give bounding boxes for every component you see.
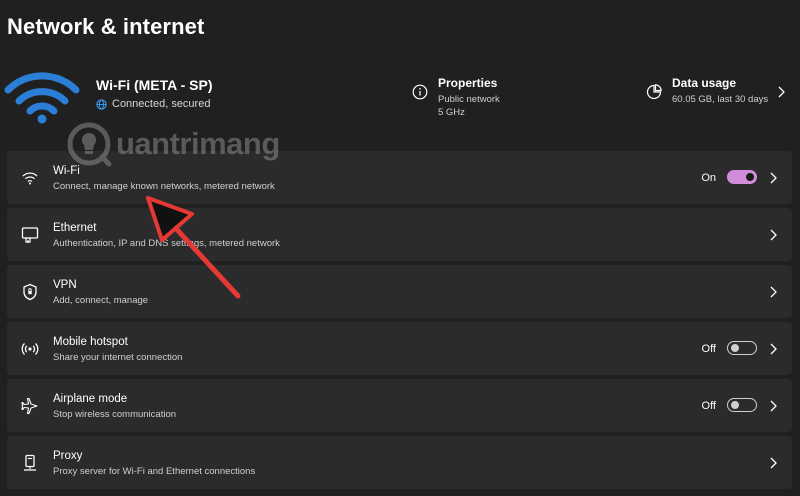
wifi-toggle-label: On [701, 172, 716, 184]
shield-icon [23, 283, 37, 301]
toggle-knob [731, 344, 739, 352]
row-airplane-mode[interactable]: Airplane mode Stop wireless communicatio… [7, 379, 792, 432]
data-usage-link[interactable]: Data usage 60.05 GB, last 30 days [646, 76, 768, 106]
settings-page: Network & internet Wi-Fi (META - SP) Con… [0, 0, 800, 496]
network-status: Connected, secured [96, 98, 210, 110]
properties-network-type: Public network [438, 94, 500, 105]
info-icon [412, 84, 428, 100]
row-title: Mobile hotspot [53, 336, 128, 348]
chevron-right-icon [770, 229, 777, 241]
row-mobile-hotspot[interactable]: Mobile hotspot Share your internet conne… [7, 322, 792, 375]
globe-icon [96, 98, 107, 110]
row-subtitle: Connect, manage known networks, metered … [53, 181, 275, 192]
airplane-icon [21, 397, 38, 415]
chevron-right-icon [770, 172, 777, 184]
row-subtitle: Proxy server for Wi-Fi and Ethernet conn… [53, 466, 256, 477]
properties-link[interactable]: Properties Public network 5 GHz [412, 76, 500, 119]
wifi-icon [22, 172, 38, 185]
hotspot-toggle-label: Off [701, 343, 716, 355]
chevron-right-icon [770, 457, 777, 469]
hotspot-icon [21, 343, 39, 355]
row-title: Proxy [53, 450, 83, 462]
properties-band: 5 GHz [438, 107, 465, 118]
row-proxy[interactable]: Proxy Proxy server for Wi-Fi and Etherne… [7, 436, 792, 489]
network-name: Wi-Fi (META - SP) [96, 77, 213, 93]
row-title: VPN [53, 279, 77, 291]
pie-chart-icon [646, 84, 662, 100]
chevron-right-icon [770, 286, 777, 298]
chevron-right-icon [770, 343, 777, 355]
toggle-knob [731, 401, 739, 409]
page-title: Network & internet [7, 14, 205, 39]
data-usage-amount: 60.05 GB, last 30 days [672, 94, 769, 105]
chevron-right-icon [770, 400, 777, 412]
red-arrow-annotation [146, 196, 241, 299]
toggle-knob [746, 173, 754, 181]
row-ethernet[interactable]: Ethernet Authentication, IP and DNS sett… [7, 208, 792, 261]
airplane-toggle[interactable] [727, 398, 757, 412]
row-subtitle: Share your internet connection [53, 352, 183, 363]
properties-title: Properties [438, 76, 498, 90]
row-title: Ethernet [53, 222, 97, 234]
row-title: Airplane mode [53, 393, 128, 405]
airplane-toggle-label: Off [701, 400, 716, 412]
network-status-text: Connected, secured [112, 98, 211, 110]
ethernet-icon [21, 227, 39, 243]
proxy-icon [24, 454, 36, 471]
wifi-toggle[interactable] [727, 170, 757, 184]
row-vpn[interactable]: VPN Add, connect, manage [7, 265, 792, 318]
chevron-right-icon[interactable] [776, 86, 786, 98]
watermark-text: uantrimang [116, 126, 280, 161]
settings-list: Wi-Fi Connect, manage known networks, me… [7, 151, 792, 493]
row-subtitle: Stop wireless communication [53, 409, 177, 420]
hotspot-toggle[interactable] [727, 341, 757, 355]
watermark-logo: uantrimang [66, 116, 306, 172]
lightbulb-logo-icon [67, 122, 112, 167]
data-usage-title: Data usage [672, 76, 737, 90]
row-subtitle: Add, connect, manage [53, 295, 149, 306]
